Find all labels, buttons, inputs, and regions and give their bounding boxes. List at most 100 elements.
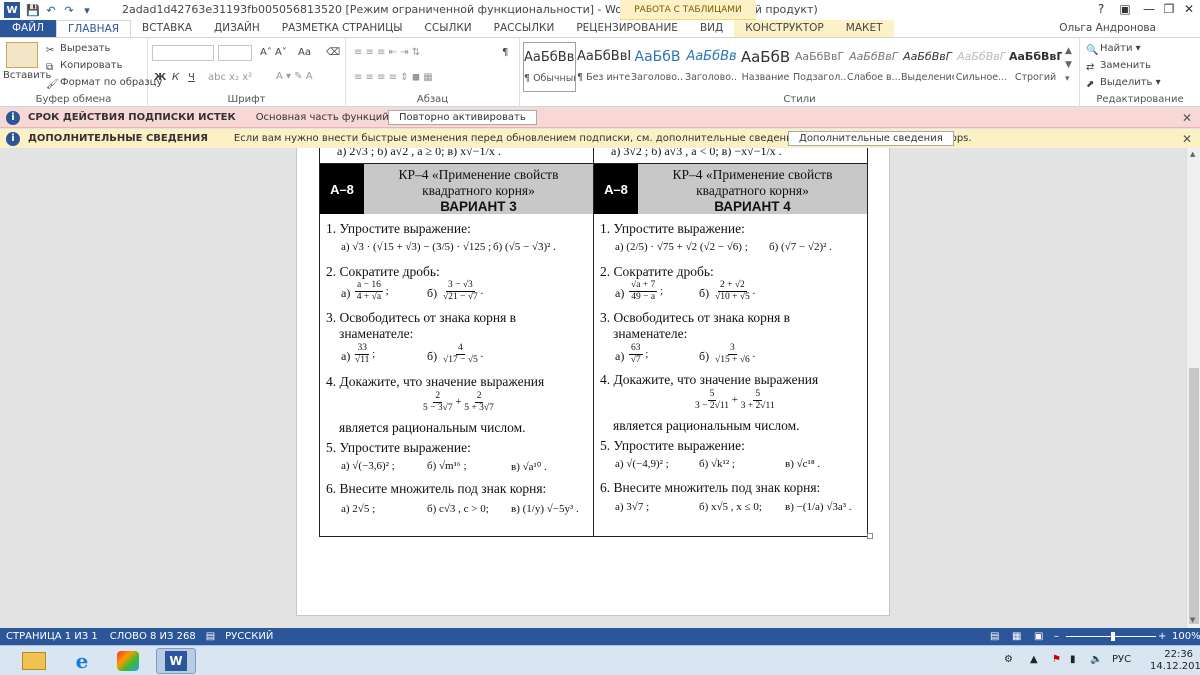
- bold-button[interactable]: Ж: [154, 72, 166, 83]
- q6-part-a: а) 2√5 ;: [341, 503, 376, 515]
- close-icon[interactable]: ✕: [1174, 0, 1200, 20]
- font-group: A˄ A˅ Aa ⌫ Ж К Ч abc x₂ x² A ▾ ✎ A Шрифт: [148, 38, 346, 107]
- print-layout-icon[interactable]: ▦: [1012, 631, 1021, 642]
- tab-view[interactable]: ВИД: [689, 20, 734, 37]
- q6-part-b: б) x√5 , x ≤ 0;: [699, 501, 762, 513]
- show-marks-button[interactable]: ¶: [502, 47, 508, 58]
- cut-button[interactable]: ✂ Вырезать: [46, 43, 110, 56]
- customize-toolbar-icon[interactable]: ▾: [78, 1, 96, 19]
- zoom-in-icon[interactable]: +: [1158, 631, 1166, 642]
- table-border-bottom: [319, 536, 868, 537]
- underline-button[interactable]: Ч: [188, 72, 195, 83]
- paste-icon[interactable]: [6, 42, 38, 68]
- close-message-icon[interactable]: ✕: [1182, 111, 1192, 125]
- list-icons[interactable]: ≡ ≡ ≡ ⇤ ⇥ ⇅: [354, 47, 420, 58]
- tab-mailings[interactable]: РАССЫЛКИ: [483, 20, 566, 37]
- style-title[interactable]: АаБбВ Название: [739, 42, 792, 92]
- file-explorer-icon[interactable]: [14, 648, 54, 674]
- tray-tool-icon[interactable]: ⚙: [1004, 654, 1013, 665]
- brush-icon: 🖌: [46, 79, 59, 90]
- table-resize-handle[interactable]: [867, 533, 873, 539]
- tab-table-design[interactable]: КОНСТРУКТОР: [734, 20, 835, 37]
- save-icon[interactable]: 💾: [24, 1, 42, 19]
- scrollbar-thumb[interactable]: [1189, 368, 1199, 624]
- network-icon[interactable]: ▮: [1070, 654, 1076, 665]
- flag-icon[interactable]: ⚑: [1052, 654, 1061, 665]
- find-button[interactable]: 🔍 Найти ▾: [1086, 43, 1141, 56]
- style-emphasis[interactable]: АаБбВвГ Выделение: [901, 42, 954, 92]
- volume-icon[interactable]: 🔈: [1090, 654, 1102, 665]
- paste-button[interactable]: Вставить: [3, 70, 51, 81]
- select-button[interactable]: ⬈ Выделить ▾: [1086, 77, 1161, 90]
- style-no-spacing[interactable]: АаБбВвГ¶ Без инте...: [577, 42, 630, 92]
- tab-file[interactable]: ФАЙЛ: [0, 20, 56, 37]
- font-name-select[interactable]: [152, 45, 214, 61]
- align-icons[interactable]: ≡ ≡ ≡ ≡ ⇕ ◼ ▦: [354, 72, 433, 83]
- q2b-label: б): [427, 286, 438, 300]
- style-strong[interactable]: АаБбВвГ Строгий: [1009, 42, 1062, 92]
- style-heading1[interactable]: АаБбВ Заголово...: [631, 42, 684, 92]
- q3a-fraction: 33 √11 ;: [355, 343, 376, 365]
- tab-review[interactable]: РЕЦЕНЗИРОВАНИЕ: [565, 20, 689, 37]
- paragraph-group-label: Абзац: [416, 94, 449, 105]
- web-layout-icon[interactable]: ▣: [1034, 631, 1043, 642]
- proofing-icon[interactable]: ▤: [206, 631, 215, 642]
- page-count[interactable]: СТРАНИЦА 1 ИЗ 1: [6, 631, 98, 642]
- more-info-button[interactable]: Дополнительные сведения: [788, 131, 954, 146]
- word-count[interactable]: СЛОВО 8 ИЗ 268: [110, 631, 196, 642]
- question-5: 5. Упростите выражение:: [600, 438, 745, 453]
- copy-button[interactable]: ⧉ Копировать: [46, 60, 122, 73]
- word-taskbar-icon[interactable]: W: [156, 648, 196, 674]
- vertical-scrollbar[interactable]: ▲ ▼: [1186, 148, 1200, 628]
- prev-row-left: а) 2√3 ; б) a√2 , a ≥ 0; в) x√−1/x .: [337, 148, 501, 158]
- media-app-icon[interactable]: [108, 648, 148, 674]
- italic-button[interactable]: К: [172, 72, 179, 83]
- tray-arrow-icon[interactable]: ▲: [1030, 654, 1038, 665]
- keyboard-language[interactable]: РУС: [1112, 654, 1131, 665]
- code-badge: А–8: [594, 164, 638, 214]
- tab-references[interactable]: ССЫЛКИ: [414, 20, 483, 37]
- reactivate-button[interactable]: Повторно активировать: [388, 110, 537, 125]
- zoom-level[interactable]: 100%: [1172, 631, 1200, 642]
- q2b-fraction: 3 − √3 √21 − √7 .: [443, 280, 484, 302]
- font-size-select[interactable]: [218, 45, 252, 61]
- word-app-icon[interactable]: W: [4, 2, 20, 18]
- header-title-line1: КР–4 «Применение свойств: [672, 167, 833, 182]
- style-subtle-emphasis[interactable]: АаБбВвГ Слабое в...: [847, 42, 900, 92]
- user-account[interactable]: Ольга Андронова: [1059, 22, 1156, 34]
- tab-insert[interactable]: ВСТАВКА: [131, 20, 203, 37]
- styles-scroll-icon[interactable]: ▲ ▼ ▾: [1065, 44, 1072, 86]
- read-mode-icon[interactable]: ▤: [990, 631, 999, 642]
- question-3-cont: знаменателе:: [613, 326, 688, 341]
- tab-home[interactable]: ГЛАВНАЯ: [55, 20, 132, 37]
- style-intense-emphasis[interactable]: АаБбВвГ Сильное...: [955, 42, 1008, 92]
- scroll-down-icon[interactable]: ▼: [1190, 616, 1195, 624]
- document-page[interactable]: а) 2√3 ; б) a√2 , a ≥ 0; в) x√−1/x . а) …: [296, 148, 890, 616]
- style-normal[interactable]: АаБбВвГ¶ Обычный: [523, 42, 576, 92]
- scroll-up-icon[interactable]: ▲: [1190, 150, 1195, 158]
- undo-icon[interactable]: ↶: [42, 1, 60, 19]
- replace-button[interactable]: ⇄ Заменить: [1086, 60, 1151, 73]
- internet-explorer-icon[interactable]: e: [62, 648, 102, 674]
- text-effects-icons[interactable]: abc x₂ x²: [208, 72, 252, 83]
- tab-page-layout[interactable]: РАЗМЕТКА СТРАНИЦЫ: [271, 20, 414, 37]
- close-message-icon[interactable]: ✕: [1182, 132, 1192, 146]
- q5-part-b: б) √k¹² ;: [699, 458, 735, 470]
- redo-icon[interactable]: ↷: [60, 1, 78, 19]
- format-painter-button[interactable]: 🖌Формат по образцу: [46, 77, 162, 90]
- grow-font-button[interactable]: A˄ A˅: [260, 47, 287, 58]
- tab-design[interactable]: ДИЗАЙН: [203, 20, 271, 37]
- document-canvas[interactable]: а) 2√3 ; б) a√2 , a ≥ 0; в) x√−1/x . а) …: [0, 148, 1186, 628]
- copy-icon: ⧉: [46, 62, 54, 73]
- clear-format-icon[interactable]: ⌫: [326, 47, 340, 58]
- style-subtitle[interactable]: АаБбВвГ Подзагол...: [793, 42, 846, 92]
- clock[interactable]: 22:3614.12.2013: [1150, 649, 1200, 673]
- font-color-icons[interactable]: A ▾ ✎ A: [276, 71, 313, 82]
- style-heading2[interactable]: АаБбВв Заголово...: [685, 42, 738, 92]
- q5-part-a: а) √(−4,9)² ;: [615, 458, 669, 470]
- zoom-slider-thumb[interactable]: [1111, 632, 1115, 641]
- language-indicator[interactable]: РУССКИЙ: [225, 631, 273, 642]
- tab-table-layout[interactable]: МАКЕТ: [834, 20, 894, 37]
- zoom-out-icon[interactable]: –: [1054, 631, 1059, 642]
- change-case-button[interactable]: Aa: [298, 47, 311, 58]
